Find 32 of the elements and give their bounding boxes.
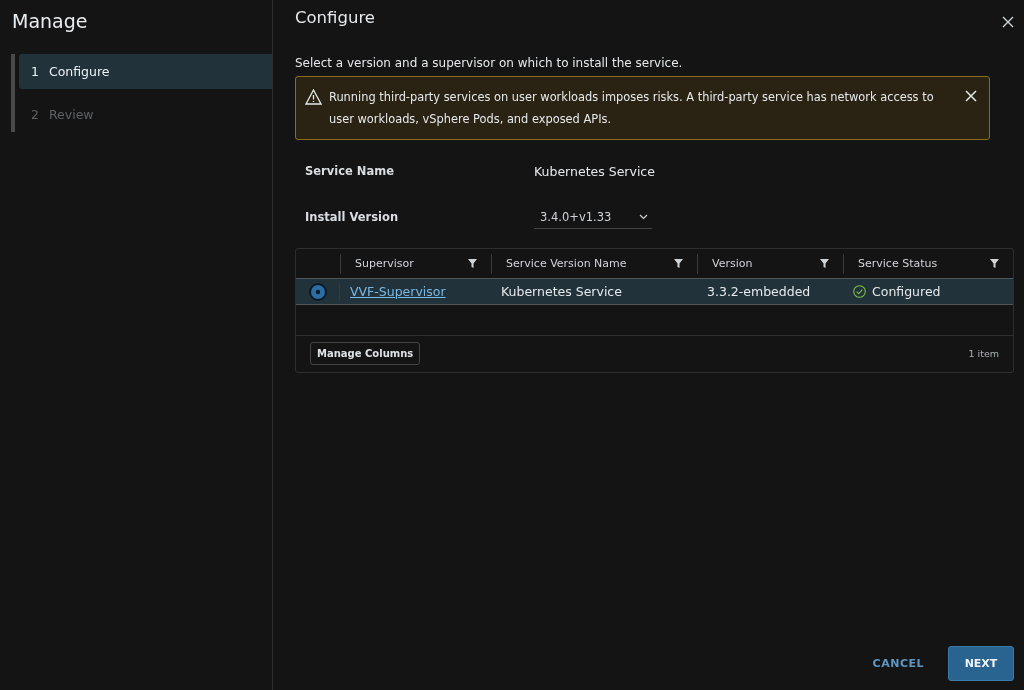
panel-title: Manage (12, 10, 88, 32)
field-value: Kubernetes Service (534, 163, 655, 179)
radio-button[interactable] (308, 282, 327, 301)
next-button[interactable]: NEXT (948, 646, 1014, 681)
table-row[interactable]: VVF-Supervisor Kubernetes Service 3.3.2-embedded Configured (296, 278, 1013, 305)
field-label: Service Name (305, 164, 395, 178)
filter-icon[interactable] (674, 259, 683, 268)
version-dropdown[interactable]: 3.4.0+v1.33 (534, 205, 652, 229)
page-title: Configure (295, 8, 375, 27)
close-icon[interactable] (965, 90, 977, 102)
filter-icon[interactable] (468, 259, 477, 268)
close-icon[interactable] (1002, 16, 1014, 28)
warning-text: Running third-party services on user workloads imposes risks. A third-party service has network access to user workloads, vSphere Pods, and exposed APIs. (329, 89, 935, 128)
table-cell: Kubernetes Service (501, 284, 622, 299)
description-text: Select a version and a supervisor on which to install the service. (295, 56, 684, 70)
supervisor-link[interactable]: VVF-Supervisor (350, 284, 446, 299)
filter-icon[interactable] (990, 259, 999, 268)
check-circle-icon (853, 285, 866, 298)
status-text: Configured (872, 284, 941, 299)
column-header[interactable]: Service Status (858, 257, 938, 270)
item-count: 1 item (968, 348, 999, 359)
chevron-down-icon (639, 213, 648, 220)
filter-icon[interactable] (820, 259, 829, 268)
field-label: Install Version (305, 210, 400, 224)
column-header[interactable]: Supervisor (355, 257, 414, 270)
column-header[interactable]: Version (712, 257, 753, 270)
manage-columns-button[interactable]: Manage Columns (310, 342, 421, 365)
column-header[interactable]: Service Version Name (506, 257, 627, 270)
warning-icon (305, 89, 322, 105)
table-cell: 3.3.2-embedded (707, 284, 811, 299)
wizard-step[interactable]: 1 Configure (19, 54, 272, 89)
cancel-button[interactable]: CANCEL (862, 647, 934, 680)
